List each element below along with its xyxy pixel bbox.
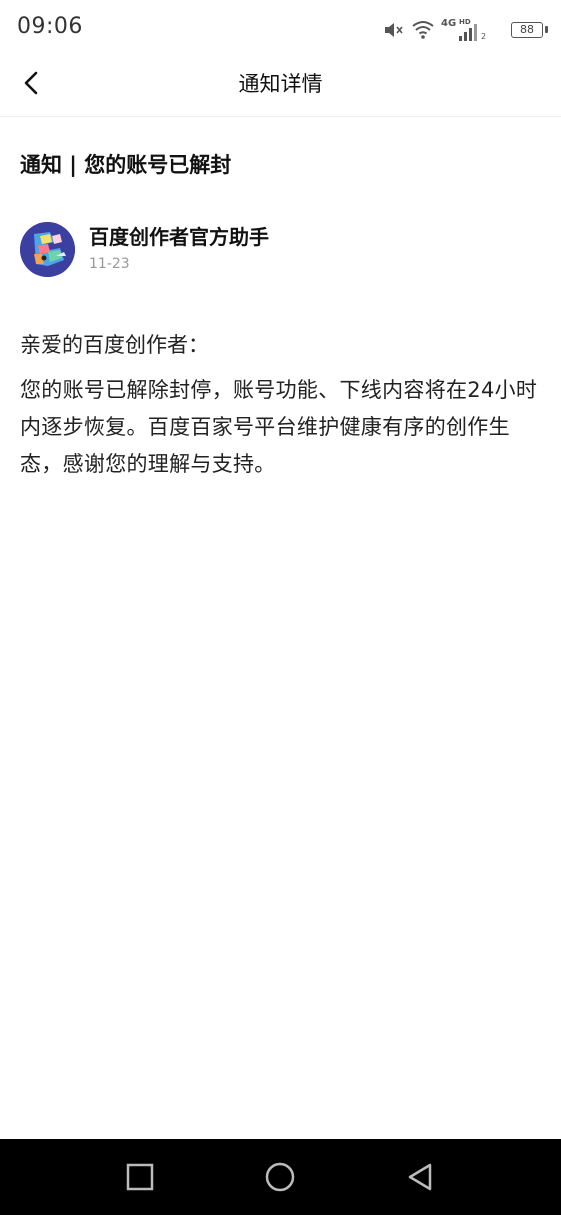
- status-bar: 09:06 4G HD 2 88: [0, 0, 561, 56]
- sender-date: 11-23: [89, 256, 130, 272]
- home-circle-icon[interactable]: [264, 1161, 296, 1193]
- sender-name[interactable]: 百度创作者官方助手: [89, 221, 269, 250]
- notice-title: 通知 | 您的账号已解封: [20, 153, 232, 177]
- notice-body: 您的账号已解除封停，账号功能、下线内容将在24小时内逐步恢复。百度百家号平台维护…: [20, 378, 538, 476]
- battery-level: 88: [511, 22, 543, 38]
- wifi-icon: [411, 19, 435, 43]
- recents-square-icon[interactable]: [124, 1161, 156, 1193]
- back-triangle-icon[interactable]: [404, 1161, 436, 1193]
- network-type-label: 4G: [441, 18, 457, 29]
- mute-icon: [383, 20, 405, 44]
- greeting-text: 亲爱的百度创作者：: [20, 333, 209, 357]
- baidu-creator-logo-icon: [20, 222, 75, 277]
- page-title: 通知详情: [238, 72, 323, 96]
- sender-avatar[interactable]: [20, 222, 75, 277]
- signal-icon: [457, 22, 479, 46]
- header-bar: 通知详情: [0, 56, 561, 117]
- battery-tip: [545, 26, 548, 33]
- status-time: 09:06: [17, 14, 83, 39]
- sim-slot-label: 2: [481, 32, 487, 41]
- system-nav-bar: [0, 1139, 561, 1215]
- status-icons: 4G HD 2 88: [383, 16, 548, 46]
